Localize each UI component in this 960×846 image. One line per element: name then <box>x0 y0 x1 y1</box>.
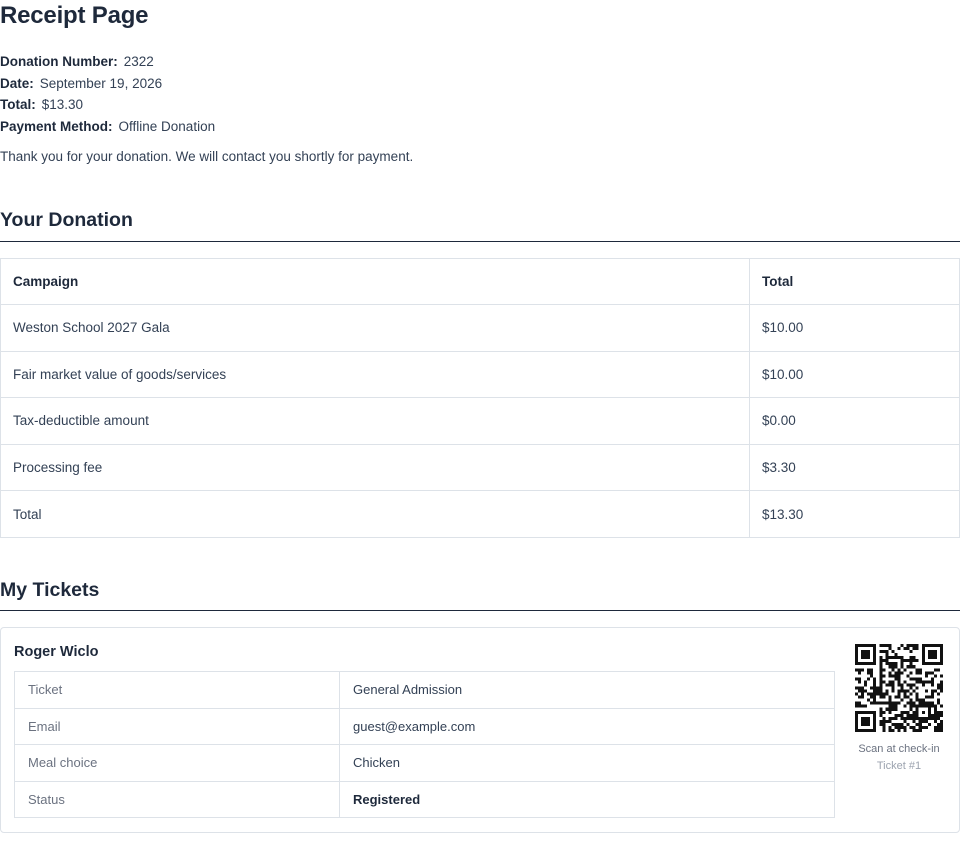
row-amount: $13.30 <box>749 490 960 538</box>
table-row: Status Registered <box>14 780 835 819</box>
row-label: Weston School 2027 Gala <box>0 304 750 352</box>
field-label: Email <box>14 707 340 746</box>
table-row: Processing fee $3.30 <box>0 443 960 492</box>
ticket-card: Roger Wiclo Ticket General Admission Ema… <box>0 627 960 833</box>
date-value: September 19, 2026 <box>39 75 163 91</box>
column-header-campaign: Campaign <box>0 258 750 305</box>
table-row: Weston School 2027 Gala $10.00 <box>0 304 960 352</box>
table-row: Ticket General Admission <box>14 671 835 709</box>
table-row: Meal choice Chicken <box>14 744 835 782</box>
field-label: Meal choice <box>14 744 340 782</box>
payment-method-label: Payment Method: <box>0 118 113 134</box>
row-amount: $3.30 <box>749 443 960 492</box>
field-value: Chicken <box>339 744 835 782</box>
section-divider <box>0 241 960 242</box>
attendee-name: Roger Wiclo <box>14 644 99 660</box>
field-value: General Admission <box>339 671 835 709</box>
date-label: Date: <box>0 75 34 91</box>
section-divider <box>0 610 960 611</box>
qr-caption: Scan at check-in <box>858 743 940 755</box>
table-row: Email guest@example.com <box>14 707 835 746</box>
column-header-total: Total <box>749 258 960 305</box>
row-label: Processing fee <box>0 443 750 492</box>
total-label: Total: <box>0 97 36 112</box>
qr-code-icon <box>855 644 943 732</box>
payment-method-value: Offline Donation <box>118 118 216 134</box>
donation-number-label: Donation Number: <box>0 54 118 69</box>
donation-number-value: 2322 <box>123 54 154 69</box>
qr-block: Scan at check-in Ticket #1 <box>854 644 944 772</box>
row-label: Total <box>0 490 750 538</box>
receipt-summary: Donation Number: 2322 Date: September 19, … <box>0 51 215 137</box>
field-label: Ticket <box>14 671 340 709</box>
field-value: guest@example.com <box>339 707 835 746</box>
row-label: Tax-deductible amount <box>0 397 750 445</box>
donation-table: Campaign Total Weston School 2027 Gala $… <box>0 258 960 538</box>
total-row: Total: $13.30 <box>0 94 215 116</box>
your-donation-heading: Your Donation <box>0 209 133 231</box>
payment-method-row: Payment Method: Offline Donation <box>0 116 215 138</box>
donation-number-row: Donation Number: 2322 <box>0 51 215 73</box>
status-value: Registered <box>339 780 835 819</box>
total-value: $13.30 <box>41 97 84 112</box>
page-title: Receipt Page <box>0 2 149 29</box>
row-amount: $0.00 <box>749 397 960 445</box>
ticket-details-table: Ticket General Admission Email guest@exa… <box>14 671 835 819</box>
field-label: Status <box>14 780 340 819</box>
row-label: Fair market value of goods/services <box>0 350 750 399</box>
table-row: Tax-deductible amount $0.00 <box>0 397 960 445</box>
row-amount: $10.00 <box>749 304 960 352</box>
my-tickets-heading: My Tickets <box>0 579 100 601</box>
qr-ticket-number: Ticket #1 <box>876 760 922 772</box>
table-row: Total $13.30 <box>0 490 960 538</box>
thank-you-message: Thank you for your donation. We will con… <box>0 149 414 164</box>
date-row: Date: September 19, 2026 <box>0 73 215 95</box>
table-header-row: Campaign Total <box>0 258 960 305</box>
table-row: Fair market value of goods/services $10.… <box>0 350 960 399</box>
row-amount: $10.00 <box>749 350 960 399</box>
